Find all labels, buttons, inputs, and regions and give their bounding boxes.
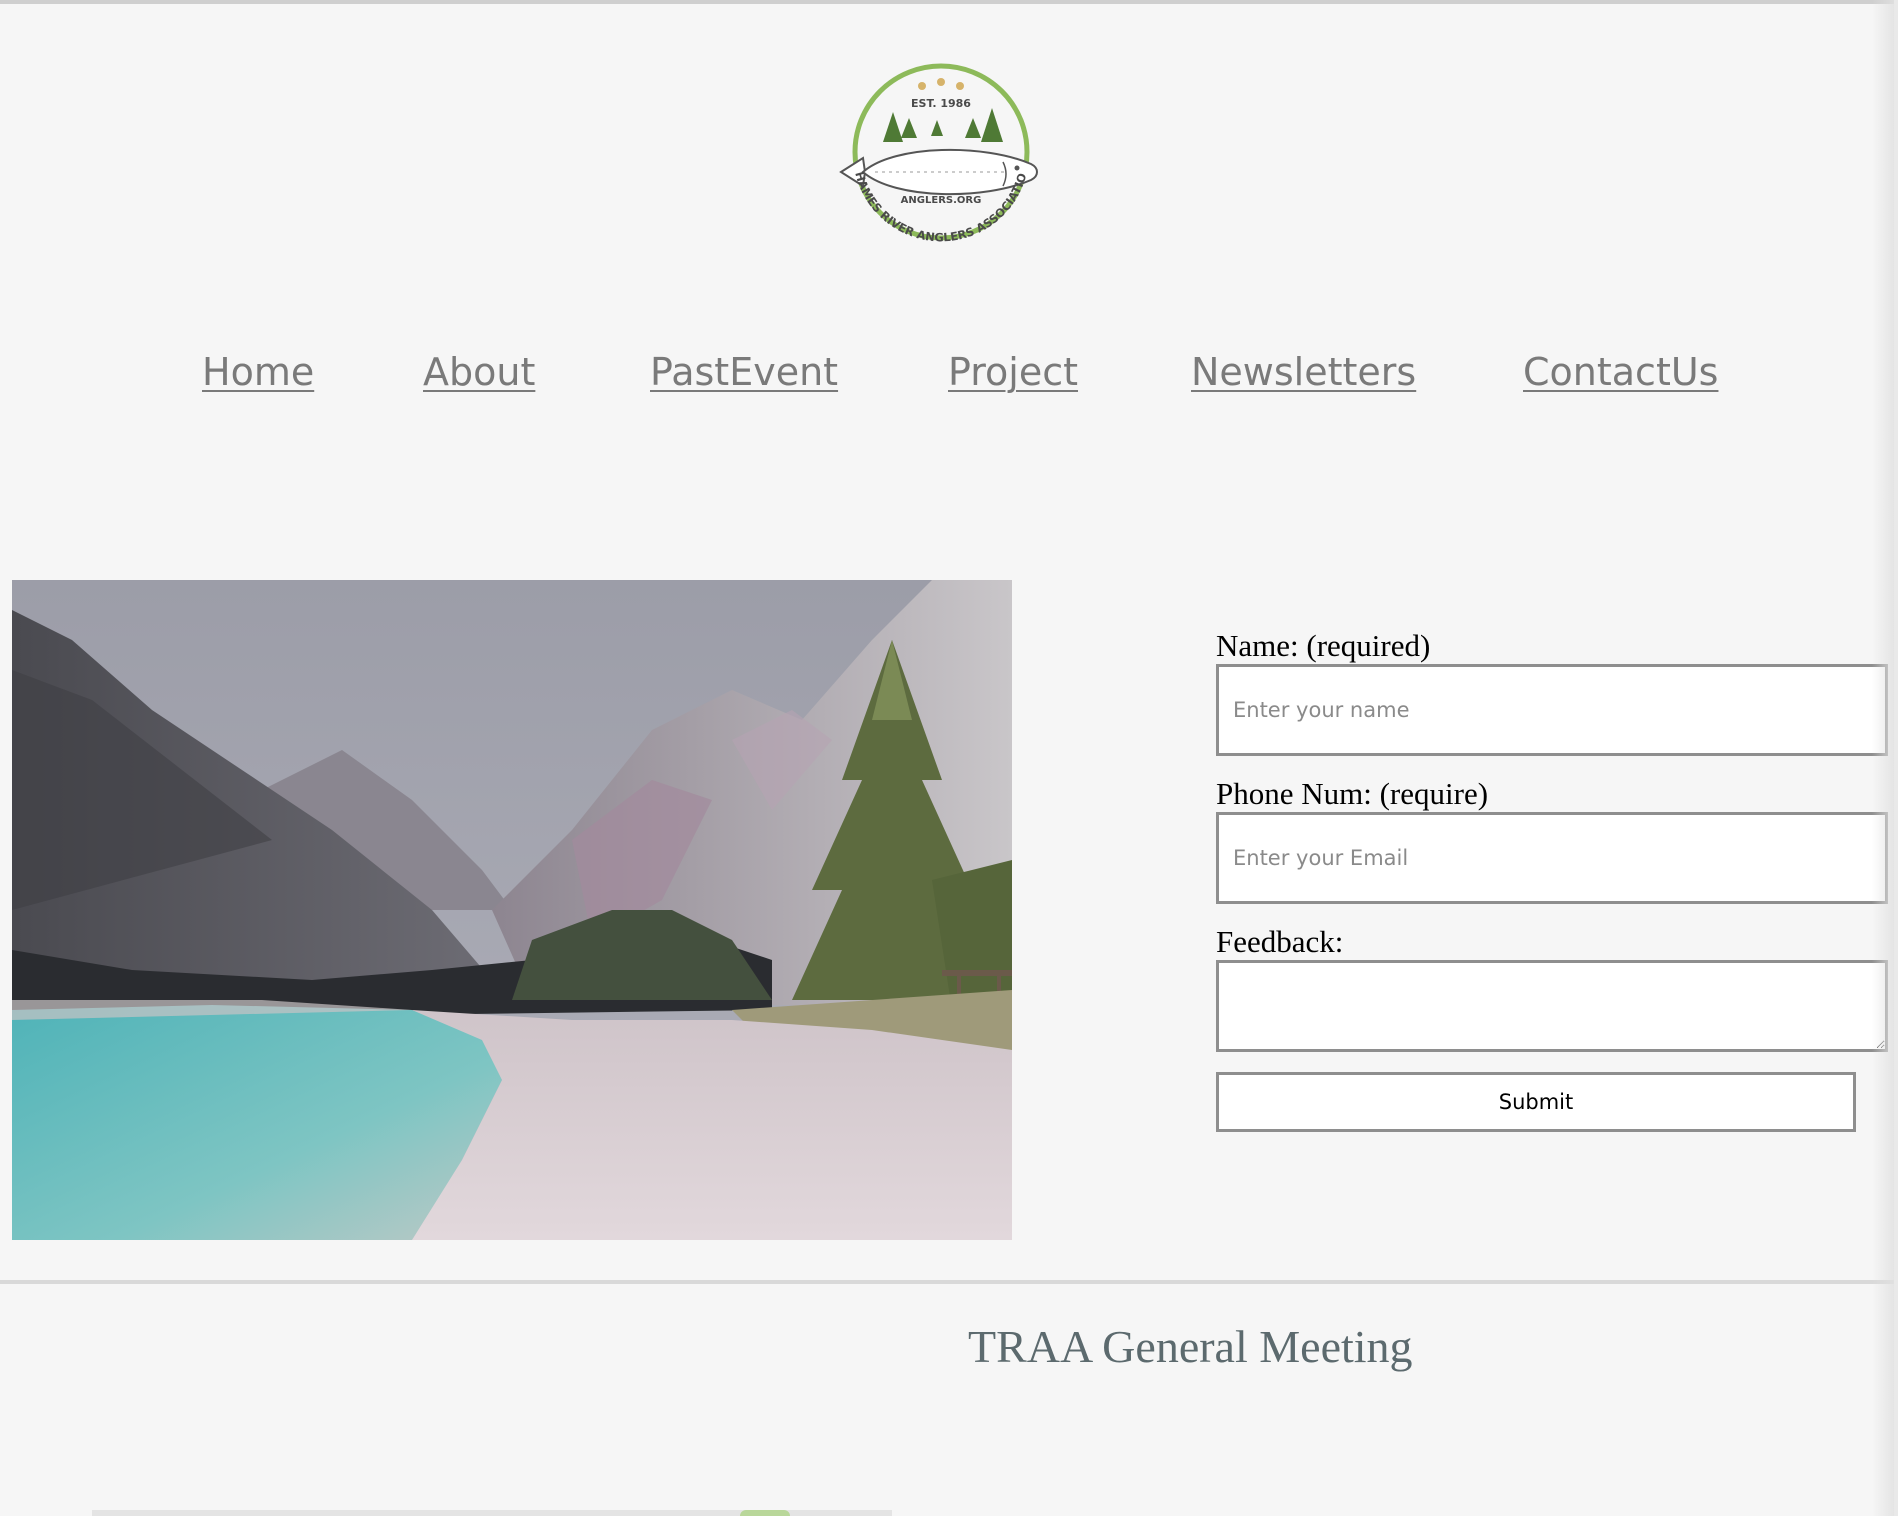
nav-link-contactus[interactable]: ContactUs xyxy=(1523,350,1718,394)
logo-site-text: ANGLERS.ORG xyxy=(901,195,982,206)
traa-logo[interactable]: EST. 1986 ANGLERS.ORG THAMES RIVER ANGLE… xyxy=(835,60,1047,260)
logo-est-text: EST. 1986 xyxy=(911,97,971,110)
logo-graphic: EST. 1986 ANGLERS.ORG THAMES RIVER ANGLE… xyxy=(835,60,1038,244)
nav-link-about[interactable]: About xyxy=(423,350,535,394)
feedback-form: Name: (required) Phone Num: (require) Fe… xyxy=(1216,628,1888,1132)
nav-link-newsletters[interactable]: Newsletters xyxy=(1191,350,1416,394)
top-border xyxy=(0,0,1898,4)
lake-mountain-photo xyxy=(12,580,1012,1240)
name-input[interactable] xyxy=(1216,664,1888,756)
name-label: Name: (required) xyxy=(1216,628,1431,663)
feedback-label: Feedback: xyxy=(1216,924,1344,959)
main-nav: Home About PastEvent Project Newsletters… xyxy=(0,350,1898,410)
photo-graphic xyxy=(12,580,1012,1240)
section-title: TRAA General Meeting xyxy=(968,1321,1413,1372)
scrollbar[interactable] xyxy=(1894,0,1898,1516)
phone-input[interactable] xyxy=(1216,812,1888,904)
nav-link-project[interactable]: Project xyxy=(948,350,1078,394)
nav-link-pastevent[interactable]: PastEvent xyxy=(650,350,838,394)
nav-link-home[interactable]: Home xyxy=(202,350,314,394)
submit-button[interactable]: Submit xyxy=(1216,1072,1856,1132)
next-section-peek-accent xyxy=(740,1510,790,1516)
phone-label: Phone Num: (require) xyxy=(1216,776,1489,811)
section-divider xyxy=(0,1280,1898,1284)
feedback-textarea[interactable] xyxy=(1216,960,1888,1052)
